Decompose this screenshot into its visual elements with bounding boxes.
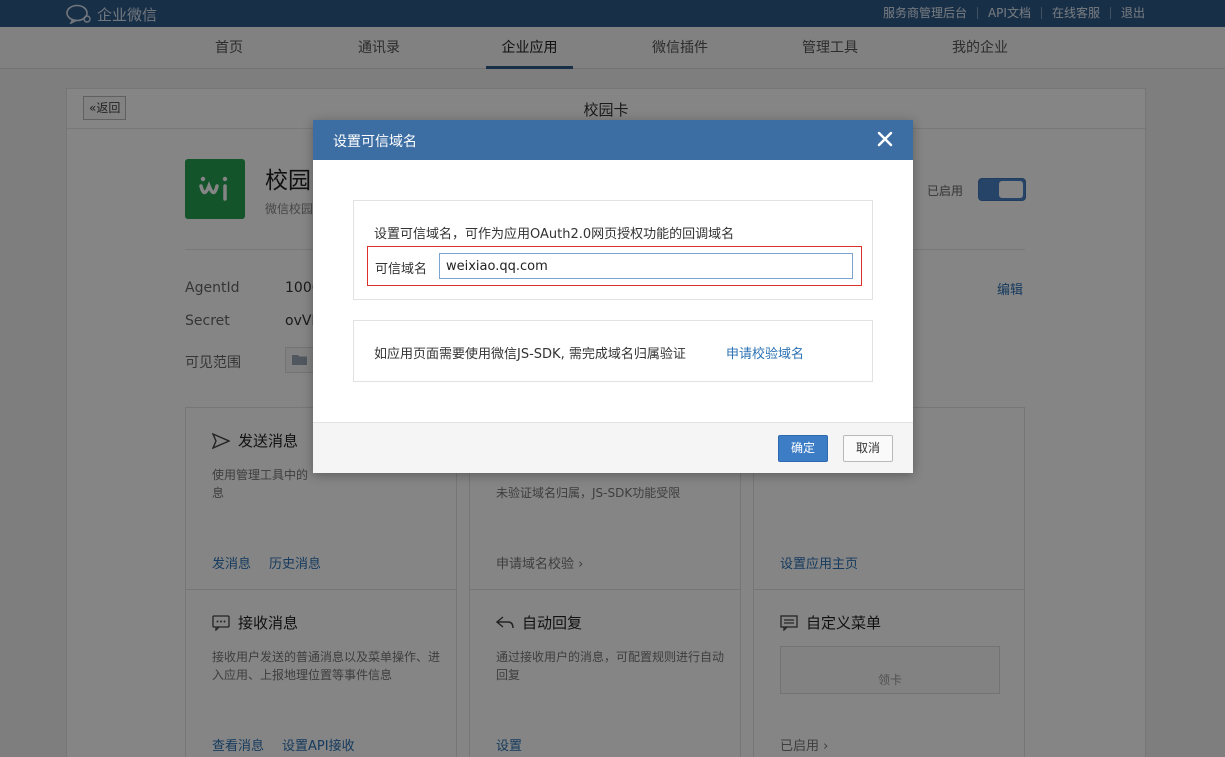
dialog-header: 设置可信域名 [313, 120, 913, 160]
jssdk-text: 如应用页面需要使用微信JS-SDK, 需完成域名归属验证 [374, 347, 686, 362]
close-button[interactable] [875, 129, 895, 149]
confirm-button[interactable]: 确定 [778, 435, 828, 462]
close-icon [877, 131, 893, 147]
dialog-title: 设置可信域名 [333, 134, 417, 150]
dialog-footer: 确定 取消 [313, 422, 913, 473]
domain-hint: 设置可信域名，可作为应用OAuth2.0网页授权功能的回调域名 [374, 227, 735, 242]
trusted-domain-dialog: 设置可信域名 设置可信域名，可作为应用OAuth2.0网页授权功能的回调域名 可… [313, 120, 913, 473]
apply-verify-domain-link[interactable]: 申请校验域名 [726, 343, 804, 362]
domain-field-highlight: 可信域名 [367, 246, 862, 286]
trusted-domain-input[interactable] [439, 253, 853, 279]
domain-field-label: 可信域名 [375, 262, 428, 277]
cancel-button[interactable]: 取消 [843, 435, 893, 462]
domain-settings-box: 设置可信域名，可作为应用OAuth2.0网页授权功能的回调域名 可信域名 [353, 200, 873, 300]
jssdk-box: 如应用页面需要使用微信JS-SDK, 需完成域名归属验证 申请校验域名 [353, 320, 873, 382]
